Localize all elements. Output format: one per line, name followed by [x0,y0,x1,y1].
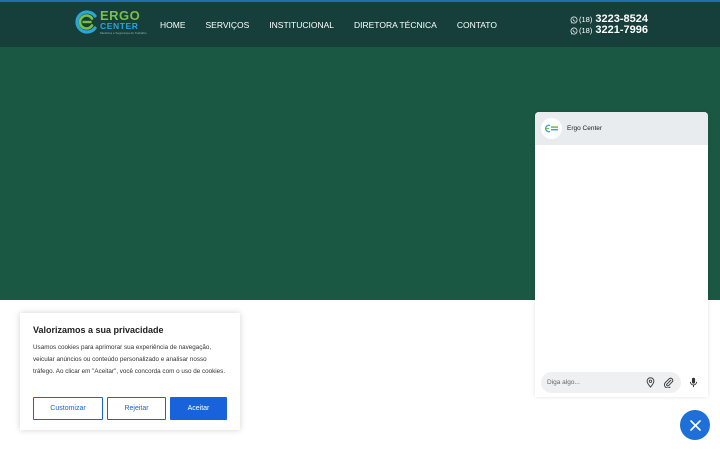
whatsapp-icon [570,27,578,34]
cookie-consent-banner: Valorizamos a sua privacidade Usamos coo… [20,313,240,430]
logo-mark-icon [75,10,97,34]
chat-contact-name: Ergo Center [567,125,603,132]
nav-diretora-tecnica[interactable]: DIRETORA TÉCNICA [354,20,437,30]
nav-institucional[interactable]: INSTITUCIONAL [269,20,334,30]
cookie-title: Valorizamos a sua privacidade [33,325,164,335]
logo-subwordmark: CENTER [100,21,139,31]
phone-area-code: (18) [579,15,593,24]
phone-number: 3221-7996 [595,24,648,36]
reject-button[interactable]: Rejeitar [107,397,166,420]
close-icon [689,419,701,431]
whatsapp-icon [570,16,578,23]
main-nav: HOME SERVIÇOS INSTITUCIONAL DIRETORA TÉC… [160,20,517,30]
site-header: ERGO CENTER Medicina e Segurança do Trab… [0,0,720,47]
chat-toggle-button[interactable] [680,410,710,440]
chat-avatar [541,118,562,139]
microphone-icon[interactable] [688,377,699,388]
chat-header: Ergo Center [535,112,708,145]
chat-message-input[interactable] [541,372,681,393]
nav-contato[interactable]: CONTATO [457,20,497,30]
phone-area-code: (18) [579,26,593,35]
customize-button[interactable]: Customizar [33,397,103,420]
ergo-center-logo[interactable]: ERGO CENTER Medicina e Segurança do Trab… [75,9,147,38]
phone-numbers: (18) 3223-8524 (18) 3221-7996 [570,14,648,36]
cookie-description: Usamos cookies para aprimorar sua experi… [33,344,226,376]
chat-widget: Ergo Center [535,112,708,397]
phone-link-2[interactable]: (18) 3221-7996 [570,25,648,36]
nav-servicos[interactable]: SERVIÇOS [206,20,250,30]
logo-tagline: Medicina e Segurança do Trabalho [100,31,147,35]
paperclip-icon[interactable] [663,377,674,388]
accept-button[interactable]: Aceitar [170,397,227,420]
logo-mark-icon [545,124,558,133]
location-pin-icon[interactable] [645,377,656,388]
nav-home[interactable]: HOME [160,20,186,30]
